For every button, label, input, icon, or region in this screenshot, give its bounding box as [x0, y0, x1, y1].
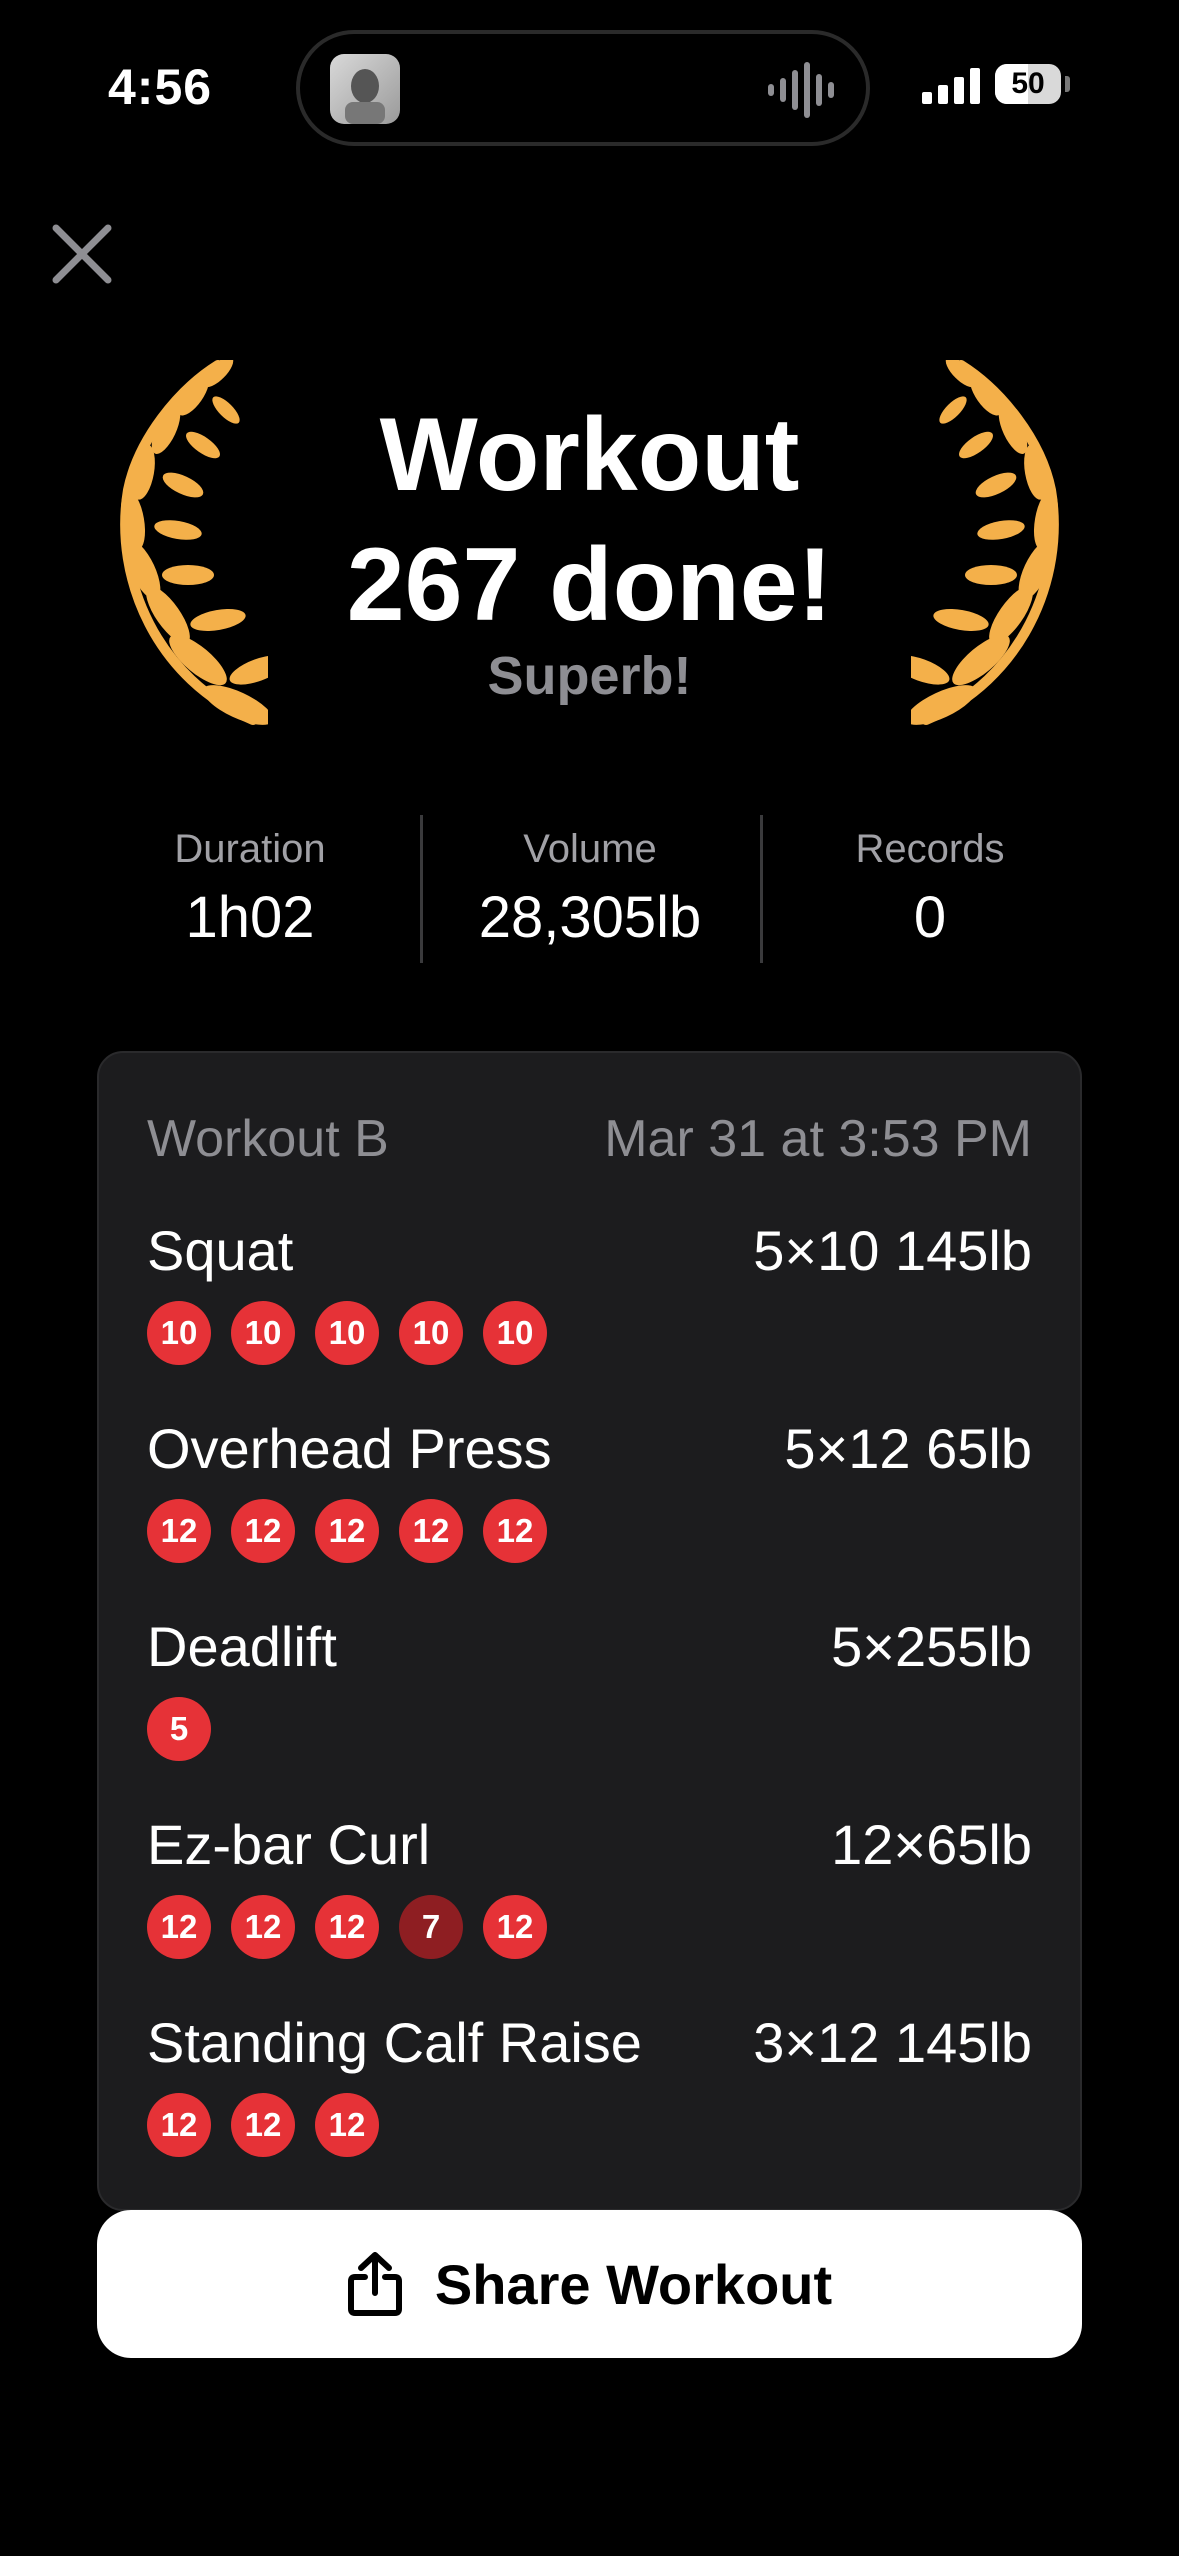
workout-complete-title: Workout 267 done!	[0, 390, 1179, 650]
stat-label: Duration	[174, 827, 326, 871]
close-icon	[52, 224, 112, 284]
set-badge: 10	[231, 1301, 295, 1365]
share-button-label: Share Workout	[434, 2252, 833, 2316]
set-badge: 12	[231, 1895, 295, 1959]
exercise-squat: Squat 5×10 145lb 10 10 10 10 10	[147, 1218, 1032, 1398]
stat-records: Records 0	[760, 815, 1100, 965]
set-list: 12 12 12 12 12	[147, 1499, 1032, 1563]
set-badge: 12	[399, 1499, 463, 1563]
dynamic-island[interactable]	[296, 30, 870, 146]
exercise-deadlift: Deadlift 5×255lb 5	[147, 1614, 1032, 1794]
set-list: 12 12 12 7 12	[147, 1895, 1032, 1959]
exercise-ez-bar-curl: Ez-bar Curl 12×65lb 12 12 12 7 12	[147, 1812, 1032, 1992]
title-line-2: 267 done!	[346, 527, 833, 643]
set-badge: 12	[315, 2093, 379, 2157]
stat-volume: Volume 28,305lb	[420, 815, 760, 965]
share-icon	[347, 2252, 402, 2316]
set-badge: 12	[483, 1895, 547, 1959]
exercise-name: Overhead Press	[147, 1417, 552, 1480]
set-badge: 12	[147, 1499, 211, 1563]
status-time: 4:56	[108, 59, 213, 115]
set-badge: 10	[147, 1301, 211, 1365]
exercise-summary: 12×65lb	[831, 1813, 1032, 1876]
close-button[interactable]	[50, 222, 114, 286]
exercise-name: Ez-bar Curl	[147, 1813, 431, 1876]
stat-value: 0	[913, 885, 947, 950]
battery-level: 50	[1011, 67, 1045, 100]
exercise-summary: 3×12 145lb	[753, 2011, 1032, 2074]
set-badge: 10	[315, 1301, 379, 1365]
battery-icon: 50	[995, 64, 1061, 104]
exercise-summary: 5×10 145lb	[753, 1219, 1032, 1282]
set-badge-partial: 7	[399, 1895, 463, 1959]
set-badge: 12	[231, 2093, 295, 2157]
workout-date: Mar 31 at 3:53 PM	[604, 1110, 1032, 1168]
stat-value: 1h02	[185, 885, 315, 950]
card-header: Workout B Mar 31 at 3:53 PM	[147, 1109, 1032, 1169]
set-badge: 12	[147, 2093, 211, 2157]
set-badge: 10	[483, 1301, 547, 1365]
exercise-name: Deadlift	[147, 1615, 337, 1678]
set-list: 10 10 10 10 10	[147, 1301, 1032, 1365]
battery-tip	[1065, 76, 1070, 92]
exercise-name: Standing Calf Raise	[147, 2011, 642, 2074]
exercise-name: Squat	[147, 1219, 294, 1282]
set-badge: 5	[147, 1697, 211, 1761]
set-badge: 12	[483, 1499, 547, 1563]
set-badge: 12	[231, 1499, 295, 1563]
now-playing-artwork	[330, 54, 400, 124]
share-workout-button[interactable]: Share Workout	[97, 2210, 1082, 2358]
workout-name: Workout B	[147, 1110, 389, 1168]
set-list: 5	[147, 1697, 1032, 1761]
stat-value: 28,305lb	[478, 885, 702, 950]
stat-duration: Duration 1h02	[80, 815, 420, 965]
exercise-overhead-press: Overhead Press 5×12 65lb 12 12 12 12 12	[147, 1416, 1032, 1596]
stat-label: Volume	[523, 827, 657, 871]
exercise-summary: 5×255lb	[831, 1615, 1032, 1678]
set-badge: 12	[315, 1895, 379, 1959]
workout-stats: Duration 1h02 Volume 28,305lb Records 0	[80, 815, 1100, 965]
signal-icon	[922, 68, 982, 109]
set-badge: 12	[315, 1499, 379, 1563]
exercise-summary: 5×12 65lb	[784, 1417, 1032, 1480]
exercise-standing-calf-raise: Standing Calf Raise 3×12 145lb 12 12 12	[147, 2010, 1032, 2190]
title-line-1: Workout	[379, 397, 800, 513]
stat-label: Records	[855, 827, 1005, 871]
workout-summary-card: Workout B Mar 31 at 3:53 PM Squat 5×10 1…	[97, 1051, 1082, 2211]
set-badge: 10	[399, 1301, 463, 1365]
set-badge: 12	[147, 1895, 211, 1959]
set-list: 12 12 12	[147, 2093, 1032, 2157]
audio-wave-icon	[766, 62, 836, 123]
praise-subtitle: Superb!	[487, 646, 692, 706]
